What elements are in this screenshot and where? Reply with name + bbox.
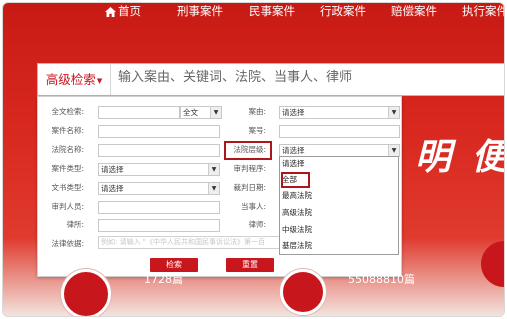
dropdown-option[interactable]: 中级法院 — [282, 224, 312, 236]
nav-item-enforcement[interactable]: 执行案件 — [462, 3, 504, 19]
label-legal-basis: 法律依据: — [51, 239, 84, 248]
search-button[interactable]: 检索 — [150, 258, 198, 272]
top-nav: 首页 刑事案件 民事案件 行政案件 赔偿案件 执行案件 — [3, 3, 504, 21]
label-case-name: 案件名称: — [51, 126, 84, 135]
nav-item-civil[interactable]: 民事案件 — [249, 3, 295, 19]
label-court-name: 法院名称: — [51, 145, 84, 154]
select-value: 请选择 — [282, 146, 305, 155]
label-lawyer-office: 律所: — [66, 220, 84, 229]
label-case-no: 案号: — [248, 126, 266, 135]
nav-item-administrative[interactable]: 行政案件 — [320, 3, 366, 19]
label-judgment-date: 裁判日期: — [233, 183, 266, 192]
court-level-dropdown: 请选择 全部 最高法院 高级法院 中级法院 基层法院 — [279, 156, 399, 255]
reset-button[interactable]: 重置 — [226, 258, 274, 272]
label-doc-type: 文书类型: — [51, 183, 84, 192]
stat-count-right: 55088810篇 — [348, 273, 415, 286]
dropdown-option[interactable]: 基层法院 — [282, 240, 312, 252]
stat-circle-left — [61, 269, 111, 316]
select-value: 全文 — [183, 108, 198, 117]
select-value: 请选择 — [101, 184, 124, 193]
case-type-select[interactable]: 请选择 ▼ — [98, 163, 220, 176]
home-icon — [105, 5, 116, 21]
nav-item-compensation[interactable]: 赔偿案件 — [391, 3, 437, 19]
judge-input[interactable] — [98, 201, 220, 214]
court-level-highlight — [224, 141, 272, 160]
label-judge: 审判人员: — [51, 202, 84, 211]
dropdown-option[interactable]: 最高法院 — [282, 190, 312, 202]
chevron-down-icon: ▼ — [208, 164, 219, 175]
advanced-search-toggle[interactable]: 高级检索▼ — [38, 64, 111, 95]
search-input[interactable]: 输入案由、关键词、法院、当事人、律师 — [118, 64, 352, 95]
stat-circle-right — [280, 269, 326, 315]
doc-type-select[interactable]: 请选择 ▼ — [98, 182, 220, 195]
dropdown-option[interactable]: 高级法院 — [282, 207, 312, 219]
cause-select[interactable]: 请选择 ▼ — [279, 106, 400, 119]
select-value: 请选择 — [282, 108, 305, 117]
chevron-down-icon: ▼ — [388, 145, 399, 156]
case-no-input[interactable] — [279, 125, 400, 138]
option-highlight — [281, 172, 310, 188]
court-name-input[interactable] — [98, 144, 220, 157]
dropdown-option[interactable]: 请选择 — [282, 158, 305, 170]
advanced-search-label: 高级检索 — [45, 72, 96, 87]
browser-frame: 首页 刑事案件 民事案件 行政案件 赔偿案件 执行案件 明 便民 高级检索▼ 输… — [2, 2, 505, 317]
nav-label: 首页 — [118, 4, 141, 18]
label-lawyer: 律师: — [248, 220, 266, 229]
chevron-down-icon: ▼ — [388, 107, 399, 118]
fulltext-input[interactable] — [98, 106, 180, 119]
chevron-down-icon: ▼ — [208, 183, 219, 194]
label-party: 当事人: — [240, 202, 266, 211]
nav-item-home[interactable]: 首页 — [105, 3, 141, 19]
fulltext-scope-select[interactable]: 全文 ▼ — [180, 106, 222, 119]
chevron-down-icon: ▼ — [210, 107, 221, 118]
label-procedure: 审判程序: — [233, 164, 266, 173]
search-bar: 高级检索▼ 输入案由、关键词、法院、当事人、律师 — [37, 63, 504, 96]
lawyer-office-input[interactable] — [98, 219, 220, 232]
label-case-type: 案件类型: — [51, 164, 84, 173]
nav-item-criminal[interactable]: 刑事案件 — [177, 3, 223, 19]
case-name-input[interactable] — [98, 125, 220, 138]
stat-count-left: 1728篇 — [144, 273, 183, 286]
label-fulltext: 全文检索: — [51, 107, 84, 116]
caret-down-icon: ▼ — [96, 77, 103, 85]
label-cause: 案由: — [248, 107, 266, 116]
banner-slogan: 明 便民 — [415, 136, 504, 178]
select-value: 请选择 — [101, 165, 124, 174]
